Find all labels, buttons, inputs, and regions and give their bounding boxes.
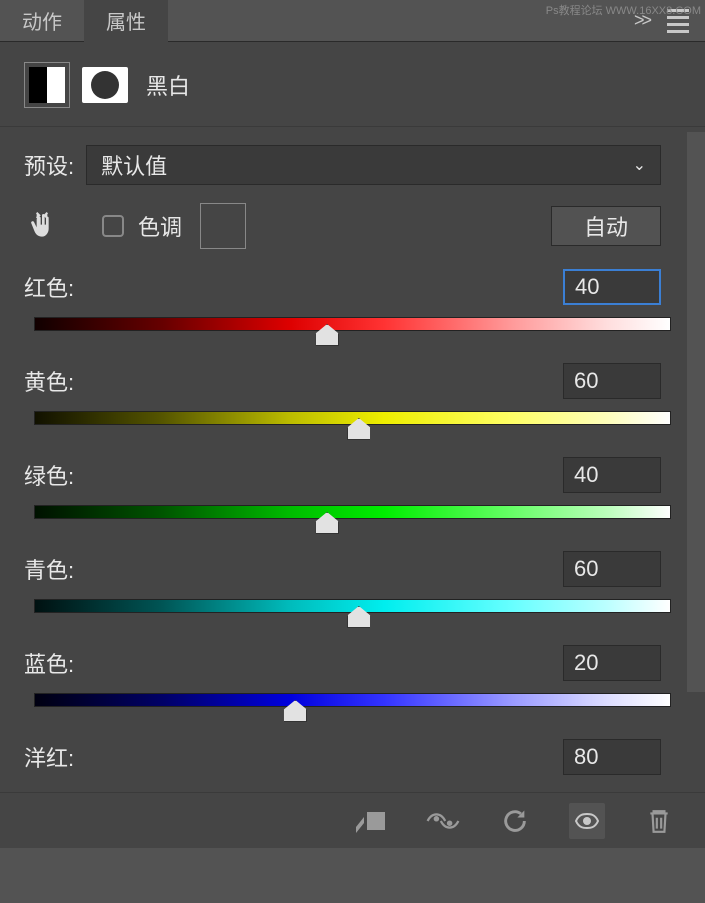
watermark-text: Ps教程论坛 WWW.16XX8.COM (546, 2, 701, 18)
chevron-down-icon: ⌄ (633, 155, 646, 175)
visibility-icon[interactable] (569, 803, 605, 839)
panel-body: 黑白 预设: 默认值 ⌄ 色调 自动 红色: 40 黄色: 60 绿色: 40 青色: 60 蓝… (0, 42, 705, 848)
slider-label: 洋红: (24, 741, 74, 773)
tab-actions[interactable]: 动作 (0, 0, 84, 42)
preset-dropdown[interactable]: 默认值 ⌄ (86, 145, 661, 185)
slider-group: 绿色: 40 (0, 445, 705, 519)
slider-thumb[interactable] (347, 606, 371, 628)
slider-thumb[interactable] (315, 512, 339, 534)
slider-group: 黄色: 60 (0, 351, 705, 425)
slider-value-input[interactable]: 40 (563, 269, 661, 305)
tint-color-swatch[interactable] (200, 203, 246, 249)
slider-value-input[interactable]: 20 (563, 645, 661, 681)
targeted-adjustment-icon[interactable] (24, 208, 60, 244)
slider-group: 蓝色: 20 (0, 633, 705, 707)
slider-value-input[interactable]: 60 (563, 551, 661, 587)
auto-button[interactable]: 自动 (551, 206, 661, 246)
panel-title: 黑白 (146, 69, 190, 101)
preset-value: 默认值 (101, 149, 167, 181)
slider-track[interactable] (34, 599, 671, 613)
reset-icon[interactable] (497, 803, 533, 839)
slider-label: 黄色: (24, 365, 74, 397)
slider-value-input[interactable]: 80 (563, 739, 661, 775)
slider-value-input[interactable]: 40 (563, 457, 661, 493)
slider-thumb[interactable] (283, 700, 307, 722)
tab-properties[interactable]: 属性 (84, 0, 168, 42)
slider-group: 洋红: 80 (0, 727, 705, 775)
slider-track[interactable] (34, 505, 671, 519)
slider-label: 红色: (24, 271, 74, 303)
view-previous-icon[interactable] (425, 803, 461, 839)
slider-group: 青色: 60 (0, 539, 705, 613)
slider-track[interactable] (34, 317, 671, 331)
slider-label: 青色: (24, 553, 74, 585)
scrollbar[interactable] (687, 132, 705, 692)
preset-label: 预设: (24, 149, 74, 181)
tint-checkbox[interactable] (102, 215, 124, 237)
slider-thumb[interactable] (347, 418, 371, 440)
slider-value-input[interactable]: 60 (563, 363, 661, 399)
slider-track[interactable] (34, 693, 671, 707)
tint-label: 色调 (138, 210, 182, 242)
layer-mask-icon[interactable] (82, 67, 128, 103)
delete-icon[interactable] (641, 803, 677, 839)
adjustment-type-icon (24, 62, 70, 108)
slider-group: 红色: 40 (0, 257, 705, 331)
slider-track[interactable] (34, 411, 671, 425)
slider-label: 绿色: (24, 459, 74, 491)
panel-footer (0, 792, 705, 848)
slider-thumb[interactable] (315, 324, 339, 346)
slider-label: 蓝色: (24, 647, 74, 679)
clip-to-layer-icon[interactable] (353, 803, 389, 839)
